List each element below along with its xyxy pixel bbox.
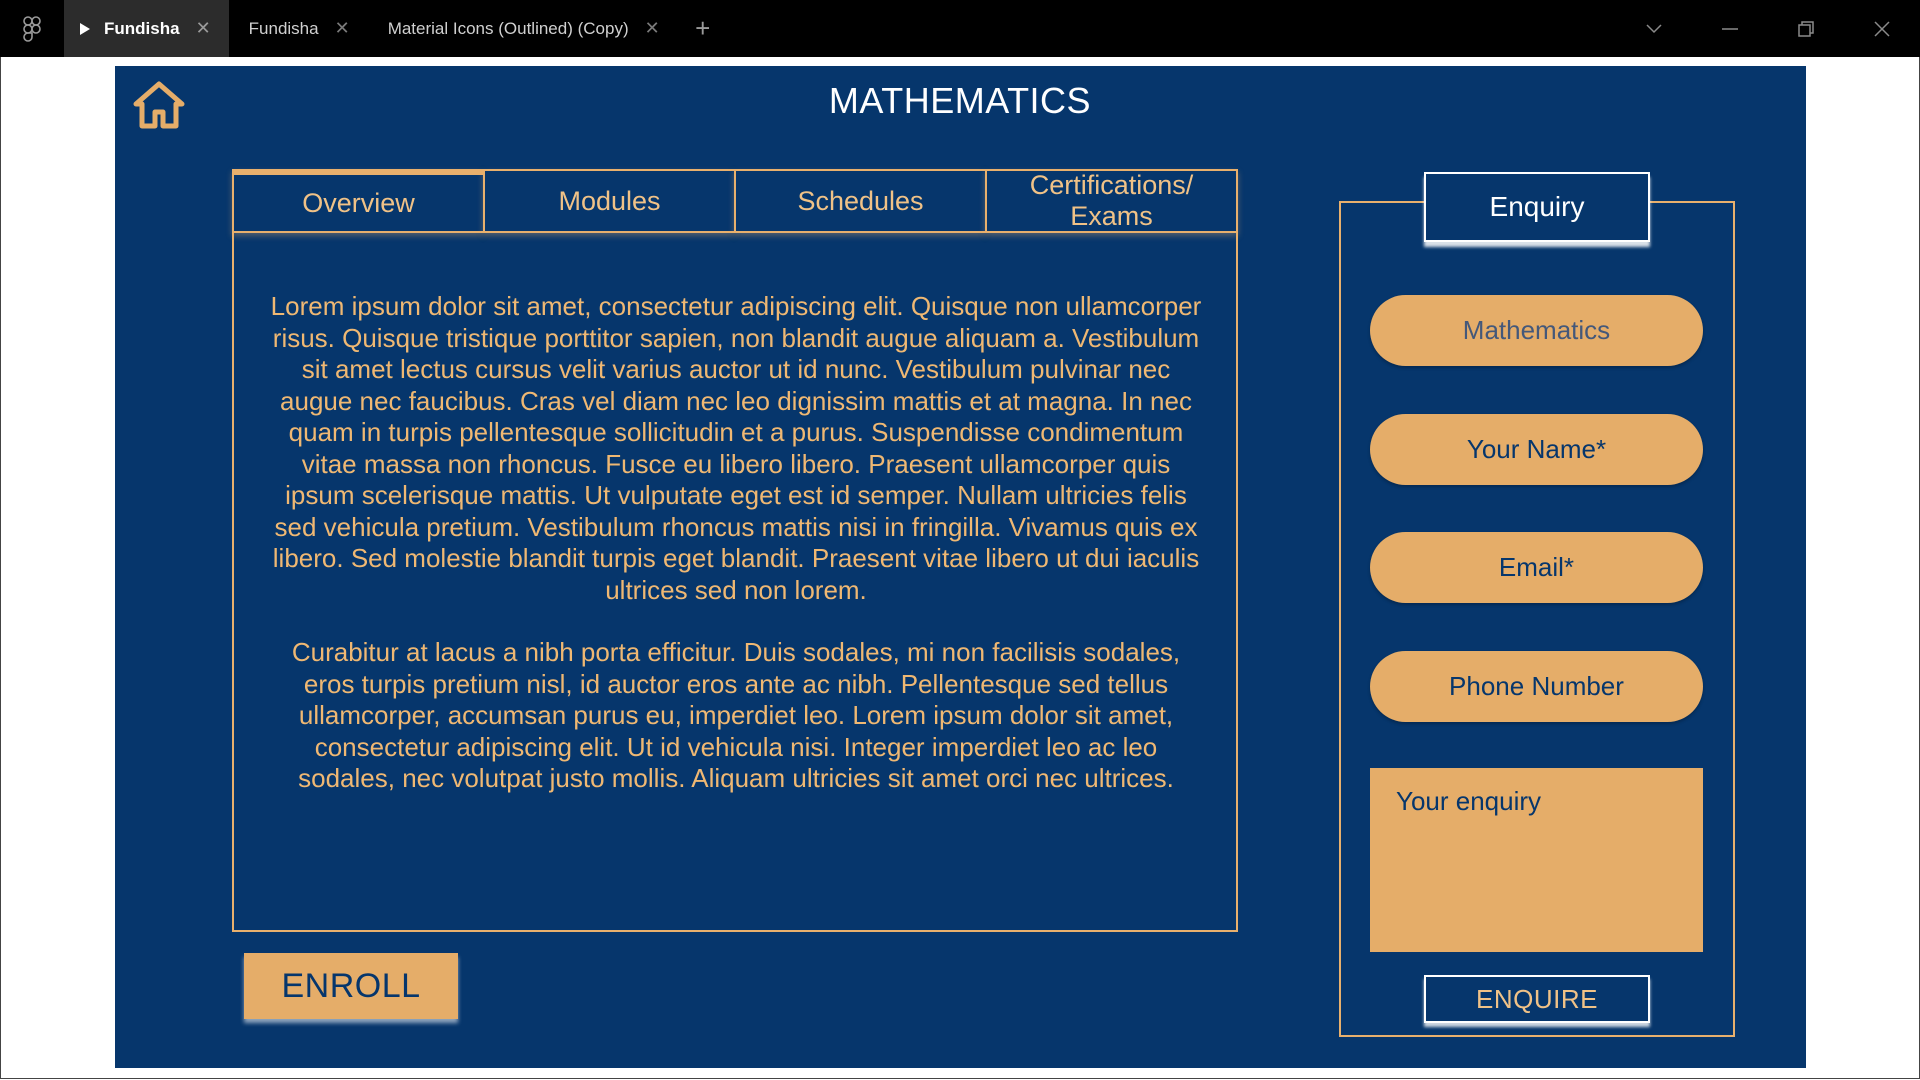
close-window-icon[interactable] xyxy=(1844,0,1920,57)
enquiry-header: Enquiry xyxy=(1424,172,1650,242)
close-tab-icon[interactable]: ✕ xyxy=(645,18,660,39)
phone-field[interactable]: Phone Number xyxy=(1370,651,1703,722)
new-tab-button[interactable]: + xyxy=(678,0,728,57)
title-bar: Fundisha ✕ Fundisha ✕ Material Icons (Ou… xyxy=(0,0,1920,57)
tab-material-icons[interactable]: Material Icons (Outlined) (Copy) ✕ xyxy=(368,0,678,57)
chevron-down-icon[interactable] xyxy=(1616,0,1692,57)
course-tabs: Overview Modules Schedules Certification… xyxy=(232,169,1238,233)
minimize-icon[interactable] xyxy=(1692,0,1768,57)
email-field[interactable]: Email* xyxy=(1370,532,1703,603)
restore-icon[interactable] xyxy=(1768,0,1844,57)
enquiry-textarea[interactable]: Your enquiry xyxy=(1370,768,1703,952)
tab-label: Material Icons (Outlined) (Copy) xyxy=(387,18,629,38)
enquire-button[interactable]: ENQUIRE xyxy=(1424,975,1650,1023)
tab-fundisha[interactable]: Fundisha ✕ xyxy=(229,0,368,57)
course-field[interactable]: Mathematics xyxy=(1370,295,1703,366)
figma-logo-icon[interactable] xyxy=(0,0,64,57)
close-tab-icon[interactable]: ✕ xyxy=(335,18,350,39)
page-title: MATHEMATICS xyxy=(828,80,1092,121)
tab-schedules[interactable]: Schedules xyxy=(734,169,985,233)
tab-certifications-exams[interactable]: Certifications/ Exams xyxy=(985,169,1238,233)
overview-text: Lorem ipsum dolor sit amet, consectetur … xyxy=(270,291,1202,826)
overview-paragraph: Curabitur at lacus a nibh porta efficitu… xyxy=(291,637,1181,793)
overview-paragraph: Lorem ipsum dolor sit amet, consectetur … xyxy=(270,291,1202,605)
close-tab-icon[interactable]: ✕ xyxy=(196,18,211,39)
tab-label: Fundisha xyxy=(248,18,319,38)
play-icon xyxy=(80,22,90,35)
tab-label: Fundisha xyxy=(104,18,180,38)
tab-overview[interactable]: Overview xyxy=(232,169,483,233)
window-controls xyxy=(1616,0,1920,57)
tab-fundisha-prototype[interactable]: Fundisha ✕ xyxy=(64,0,229,57)
tab-modules[interactable]: Modules xyxy=(483,169,734,233)
course-page: MATHEMATICS Overview Modules Schedules C… xyxy=(115,66,1806,1068)
name-field[interactable]: Your Name* xyxy=(1370,414,1703,485)
enroll-button[interactable]: ENROLL xyxy=(244,953,458,1019)
